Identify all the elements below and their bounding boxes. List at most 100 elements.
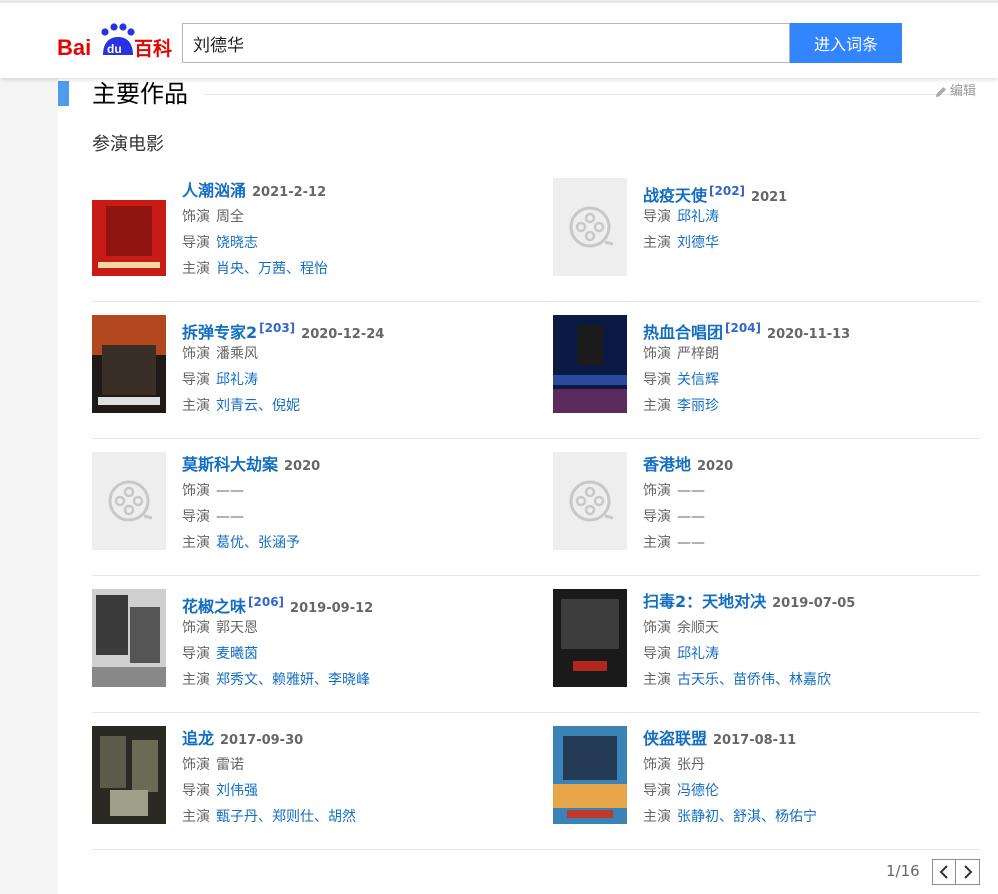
film-director-row: 导演 关信辉 [643, 367, 973, 393]
director-value[interactable]: 麦曦茵 [216, 646, 258, 662]
film-reel-icon [92, 452, 166, 550]
prev-page-button[interactable] [933, 860, 957, 884]
cast-value[interactable]: 葛优、张涵予 [216, 535, 300, 551]
film-date: 2019-07-05 [772, 596, 856, 611]
director-value[interactable]: 关信辉 [677, 372, 719, 388]
poster-image [553, 726, 627, 824]
role-label: 饰演 [643, 483, 671, 499]
cast-label: 主演 [643, 809, 671, 825]
film-head: 战疫天使 [202] 2021 [643, 178, 973, 205]
director-value[interactable]: 饶晓志 [216, 235, 258, 251]
cast-value[interactable]: 刘德华 [677, 235, 719, 251]
edit-label: 编辑 [950, 84, 977, 99]
role-value: 周全 [216, 209, 244, 225]
film-title-link[interactable]: 莫斯科大劫案 [182, 455, 278, 474]
film-reel-icon [553, 178, 627, 276]
film-head: 香港地 2020 [643, 452, 973, 478]
film-director-row: 导演 麦曦茵 [182, 641, 512, 667]
film-poster[interactable] [92, 452, 166, 550]
film-poster[interactable] [553, 589, 627, 687]
cast-value[interactable]: 古天乐、苗侨伟、林嘉欣 [677, 672, 831, 688]
row-divider [92, 849, 980, 850]
role-label: 饰演 [643, 757, 671, 773]
director-label: 导演 [182, 509, 210, 525]
film-title-link[interactable]: 香港地 [643, 455, 691, 474]
film-title-link[interactable]: 花椒之味 [182, 597, 246, 616]
director-label: 导演 [643, 783, 671, 799]
cast-value[interactable]: 甄子丹、郑则仕、胡然 [216, 809, 356, 825]
film-poster[interactable] [553, 178, 627, 276]
role-label: 饰演 [182, 483, 210, 499]
film-info: 花椒之味 [206] 2019-09-12 饰演 郭天恩 导演 麦曦茵 主演 郑秀文、赖雅妍、李… [182, 589, 512, 693]
director-value[interactable]: 邱礼涛 [677, 209, 719, 225]
citation-link[interactable]: [202] [709, 184, 745, 198]
director-value[interactable]: 刘伟强 [216, 783, 258, 799]
film-date: 2019-09-12 [290, 601, 374, 616]
film-director-row: 导演 邱礼涛 [643, 641, 973, 667]
film-item: 莫斯科大劫案 2020 饰演 —— 导演 —— 主演 葛优、张涵予 [92, 452, 522, 552]
film-date: 2017-08-11 [713, 733, 797, 748]
film-poster[interactable] [92, 315, 166, 413]
citation-link[interactable]: [203] [259, 321, 295, 335]
director-value: —— [216, 509, 244, 525]
film-poster[interactable] [92, 726, 166, 824]
cast-label: 主演 [182, 535, 210, 551]
search-input[interactable] [182, 23, 790, 63]
cast-label: 主演 [182, 809, 210, 825]
citation-link[interactable]: [206] [248, 595, 284, 609]
pager [932, 859, 980, 885]
film-head: 人潮汹涌 2021-2-12 [182, 178, 512, 204]
film-poster[interactable] [553, 315, 627, 413]
director-value[interactable]: 邱礼涛 [677, 646, 719, 662]
film-role-row: 饰演 周全 [182, 204, 512, 230]
film-title-link[interactable]: 追龙 [182, 729, 214, 748]
cast-label: 主演 [643, 398, 671, 414]
film-date: 2020 [284, 459, 321, 474]
enter-entry-button[interactable]: 进入词条 [790, 23, 902, 63]
film-date: 2021-2-12 [252, 185, 327, 200]
cast-value[interactable]: 刘青云、倪妮 [216, 398, 300, 414]
film-info: 香港地 2020 饰演 —— 导演 —— 主演 —— [643, 452, 973, 556]
director-label: 导演 [643, 372, 671, 388]
edit-link[interactable]: 编辑 [934, 82, 976, 102]
cast-label: 主演 [643, 235, 671, 251]
poster-image [92, 726, 166, 824]
film-poster[interactable] [553, 726, 627, 824]
film-poster[interactable] [92, 178, 166, 276]
cast-value[interactable]: 李丽珍 [677, 398, 719, 414]
next-page-button[interactable] [956, 860, 979, 884]
sub-section-title: 参演电影 [92, 134, 164, 155]
film-cast-row: 主演 肖央、万茜、程怡 [182, 256, 512, 282]
film-role-row: 饰演 严梓朗 [643, 341, 973, 367]
film-title-link[interactable]: 热血合唱团 [643, 323, 723, 342]
director-value[interactable]: 冯德伦 [677, 783, 719, 799]
film-cast-row: 主演 葛优、张涵予 [182, 530, 512, 556]
film-cast-row: 主演 —— [643, 530, 973, 556]
film-head: 侠盗联盟 2017-08-11 [643, 726, 973, 752]
film-director-row: 导演 邱礼涛 [182, 367, 512, 393]
cast-value[interactable]: 郑秀文、赖雅妍、李晓峰 [216, 672, 370, 688]
film-title-link[interactable]: 扫毒2：天地对决 [643, 592, 766, 611]
role-label: 饰演 [643, 346, 671, 362]
citation-link[interactable]: [204] [725, 321, 761, 335]
film-head: 扫毒2：天地对决 2019-07-05 [643, 589, 973, 615]
film-item: 人潮汹涌 2021-2-12 饰演 周全 导演 饶晓志 主演 肖央、万茜、程怡 [92, 178, 522, 278]
film-title-link[interactable]: 拆弹专家2 [182, 323, 257, 342]
svg-text:百科: 百科 [134, 37, 172, 60]
cast-value[interactable]: 张静初、舒淇、杨佑宁 [677, 809, 817, 825]
role-label: 饰演 [182, 757, 210, 773]
film-title-link[interactable]: 人潮汹涌 [182, 181, 246, 200]
poster-image [92, 178, 166, 276]
svg-text:Bai: Bai [57, 35, 91, 60]
film-poster[interactable] [92, 589, 166, 687]
director-value[interactable]: 邱礼涛 [216, 372, 258, 388]
film-title-link[interactable]: 侠盗联盟 [643, 729, 707, 748]
film-poster[interactable] [553, 452, 627, 550]
film-role-row: 饰演 张丹 [643, 752, 973, 778]
baidu-baike-logo[interactable]: Bai du 百科 [57, 19, 173, 65]
film-item: 战疫天使 [202] 2021 导演 邱礼涛 主演 刘德华 [553, 178, 983, 278]
film-head: 莫斯科大劫案 2020 [182, 452, 512, 478]
film-head: 拆弹专家2 [203] 2020-12-24 [182, 315, 512, 342]
film-title-link[interactable]: 战疫天使 [643, 186, 707, 205]
cast-value[interactable]: 肖央、万茜、程怡 [216, 261, 328, 277]
